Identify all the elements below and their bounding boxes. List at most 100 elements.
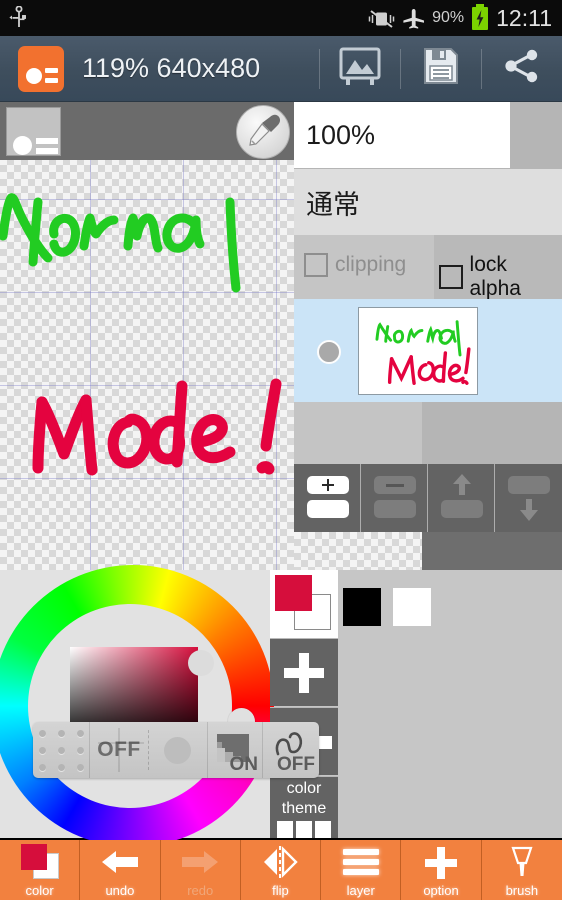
flip-button[interactable]: flip [240, 840, 322, 900]
android-status-bar: 90% 12:11 [0, 0, 562, 36]
app-header-bar: 119% 640x480 [0, 36, 562, 102]
layer-opacity-value[interactable]: 100% [294, 102, 510, 168]
layer-list-empty [294, 402, 562, 464]
saturation-value-square[interactable] [70, 647, 198, 731]
lock-alpha-checkbox[interactable] [439, 265, 463, 289]
stabilizer-dial[interactable] [149, 722, 207, 778]
color-button-glyph [0, 840, 79, 884]
canvas-info-title: 119% 640x480 [82, 53, 261, 83]
option-button[interactable]: option [401, 840, 482, 900]
redo-button-glyph [161, 840, 240, 884]
delete-layer-button[interactable] [361, 464, 428, 532]
minus-layer-icon [386, 484, 404, 487]
gradient-toggle[interactable]: ON [208, 722, 262, 778]
status-left-icons [8, 5, 30, 30]
layer-action-buttons [294, 464, 562, 532]
layer-button-label: layer [346, 883, 375, 898]
brush-button-label: brush [505, 883, 539, 898]
layer-badge-bar-bottom [36, 148, 58, 154]
color-theme-swatches [270, 821, 338, 838]
layer-panel: 100% 通常 clipping lock alpha [294, 102, 562, 570]
layer-blend-mode[interactable]: 通常 [294, 169, 562, 235]
plus-icon-h [284, 668, 324, 678]
share-icon [503, 49, 541, 88]
brush-icon [511, 846, 533, 876]
layer-visibility-toggle[interactable] [317, 340, 341, 364]
gallery-button[interactable] [320, 36, 400, 102]
save-button[interactable] [401, 36, 481, 102]
arrow-right-icon [182, 851, 219, 873]
lock-alpha-checkbox-row[interactable]: lock alpha [439, 253, 562, 301]
undo-button[interactable]: undo [80, 840, 161, 900]
layer-thumbnail-artwork [375, 320, 471, 385]
drawing-canvas[interactable] [0, 102, 294, 570]
lock-alpha-label: lock alpha [469, 253, 521, 300]
flip-button-glyph [241, 840, 320, 884]
battery-percent-label: 90% [432, 9, 465, 26]
color-theme-label-1: color [286, 780, 322, 797]
eyedropper-button[interactable] [236, 105, 290, 159]
clipping-label: clipping [335, 253, 407, 276]
gradient-toggle-label: ON [229, 754, 259, 775]
status-clock: 12:11 [496, 4, 552, 31]
undo-button-glyph [80, 840, 159, 884]
color-theme-label-2: theme [281, 800, 327, 817]
palette-white[interactable] [393, 588, 431, 626]
clipping-checkbox[interactable] [304, 253, 328, 277]
move-layer-up-button[interactable] [428, 464, 495, 532]
battery-charging-icon [472, 3, 489, 30]
usb-icon [8, 5, 30, 30]
eyedropper-icon [244, 111, 282, 154]
current-color-swatch[interactable] [270, 570, 338, 638]
color-button[interactable]: color [0, 840, 81, 900]
flip-button-label: flip [272, 883, 289, 898]
add-layer-button[interactable] [294, 464, 361, 532]
plus-layer-icon [322, 479, 334, 491]
panel-foot-bar [422, 532, 562, 570]
layer-flags-row: clipping lock alpha [294, 235, 562, 301]
gallery-icon [338, 46, 382, 91]
arrow-up-layer-icon [453, 474, 471, 495]
two-squares-front [20, 844, 47, 870]
layer-button-glyph [321, 840, 400, 884]
layer-badge-bar-top [36, 138, 58, 144]
color-slot-marker [319, 736, 332, 749]
saturation-value-handle[interactable] [188, 650, 214, 676]
brush-button-glyph [482, 840, 562, 884]
vibrate-off-icon [368, 9, 395, 28]
palette-black[interactable] [343, 588, 381, 626]
two-squares-icon [19, 844, 61, 880]
layer-button[interactable]: layer [321, 840, 402, 900]
floating-mini-toolbar[interactable]: OFF ON OFF [33, 722, 319, 778]
crosshair-icon-v [118, 728, 120, 772]
move-layer-down-button[interactable] [495, 464, 562, 532]
color-theme-button[interactable]: color theme [270, 776, 338, 838]
logo-bar-top [45, 67, 58, 73]
option-button-label: option [423, 883, 459, 898]
stroke-smoothing-toggle[interactable]: OFF [263, 722, 319, 778]
canvas-grid-overlay [0, 102, 294, 570]
add-color-button[interactable] [270, 638, 338, 706]
foreground-color-swatch [275, 575, 312, 611]
app-logo-icon[interactable] [18, 45, 64, 92]
layer-opacity-row: 100% [294, 102, 562, 168]
redo-button-label: redo [187, 883, 214, 898]
ruler-toggle[interactable]: OFF [90, 722, 148, 778]
layer-badge-icon[interactable] [6, 107, 61, 156]
brush-button[interactable]: brush [481, 840, 562, 900]
crosshair-icon-h [98, 742, 144, 744]
share-button[interactable] [482, 36, 562, 102]
arrow-left-icon [101, 851, 138, 873]
delete-layer-plate-bottom [374, 500, 416, 518]
redo-button[interactable]: redo [160, 840, 241, 900]
clipping-checkbox-row[interactable]: clipping [304, 253, 406, 277]
plus-icon [425, 847, 458, 879]
flip-horizontal-icon [264, 846, 299, 878]
arrow-down-layer-icon [520, 499, 538, 521]
layer-thumbnail[interactable] [358, 307, 478, 395]
circle-dial-icon [164, 736, 192, 764]
logo-bar-bottom [45, 77, 58, 83]
layer-list-item[interactable] [294, 299, 562, 402]
undo-button-label: undo [105, 883, 135, 898]
drag-handle[interactable] [33, 722, 89, 778]
